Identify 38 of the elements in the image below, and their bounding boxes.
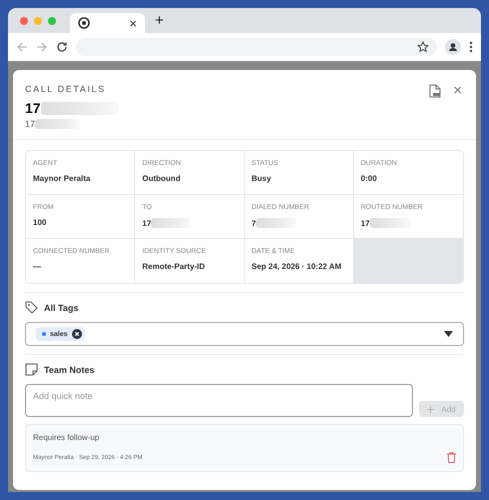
close-tab-button[interactable]: × xyxy=(129,16,137,30)
dialog-heading: CALL DETAILS xyxy=(25,84,107,94)
tag-icon xyxy=(25,301,38,314)
section-title: All Tags xyxy=(44,302,78,312)
phone-number-title: 17 xyxy=(25,100,41,116)
blurred-text xyxy=(35,119,80,129)
reload-icon[interactable] xyxy=(56,41,68,53)
phone-number-subtitle: 17 xyxy=(25,119,36,129)
note-icon xyxy=(25,363,38,376)
field-value: Remote-Party-ID xyxy=(142,262,205,271)
caret-icon[interactable] xyxy=(444,331,453,337)
field-value: 7 xyxy=(252,218,256,228)
field-value: 100 xyxy=(33,218,46,227)
note-text: Requires follow-up xyxy=(33,433,100,442)
field-value: 17 xyxy=(142,218,152,228)
pdf-icon[interactable] xyxy=(429,84,442,98)
profile-icon[interactable] xyxy=(445,39,461,55)
trash-icon[interactable] xyxy=(447,452,456,463)
field-value: — xyxy=(33,262,41,271)
field-value: Busy xyxy=(252,174,272,183)
star-icon[interactable] xyxy=(417,41,429,53)
close-window-icon[interactable] xyxy=(20,16,28,24)
field-value: Outbound xyxy=(142,174,180,183)
blurred-text xyxy=(151,218,192,228)
blurred-text xyxy=(256,218,296,228)
section-title: Team Notes xyxy=(44,364,94,374)
remove-icon[interactable] xyxy=(72,329,82,339)
close-button[interactable]: × xyxy=(453,84,462,98)
field-value: 0:00 xyxy=(360,174,377,183)
menu-icon[interactable] xyxy=(469,41,473,53)
field-value: Sep 24, 2026 · 10:22 AM xyxy=(252,262,342,271)
field-value: Maynor Peralta xyxy=(33,174,90,183)
plus-icon xyxy=(427,406,434,412)
browser-tab[interactable]: × xyxy=(70,13,145,33)
new-tab-button[interactable]: + xyxy=(149,12,170,29)
blurred-text xyxy=(370,218,410,228)
quick-note-field[interactable]: Add quick note xyxy=(25,384,413,417)
field-value: 17 xyxy=(360,218,370,228)
